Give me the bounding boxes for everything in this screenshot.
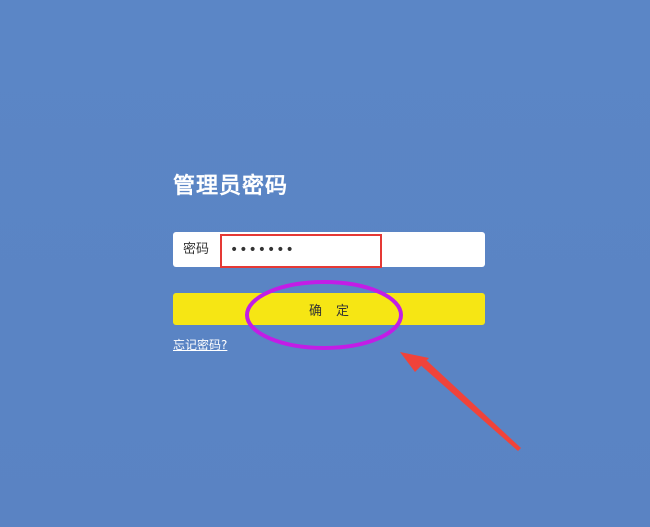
forgot-password-link[interactable]: 忘记密码? — [173, 336, 227, 353]
password-input[interactable] — [220, 233, 483, 266]
password-label: 密码 — [183, 242, 210, 257]
password-row: 密码 — [173, 232, 485, 268]
page-background: 管理员密码 密码 确定 忘记密码? — [0, 0, 650, 527]
arrow-annotation — [400, 352, 521, 451]
arrow-shaft — [417, 358, 521, 451]
confirm-button[interactable]: 确定 — [173, 293, 485, 325]
arrow-head — [400, 352, 429, 372]
page-title: 管理员密码 — [173, 174, 289, 199]
